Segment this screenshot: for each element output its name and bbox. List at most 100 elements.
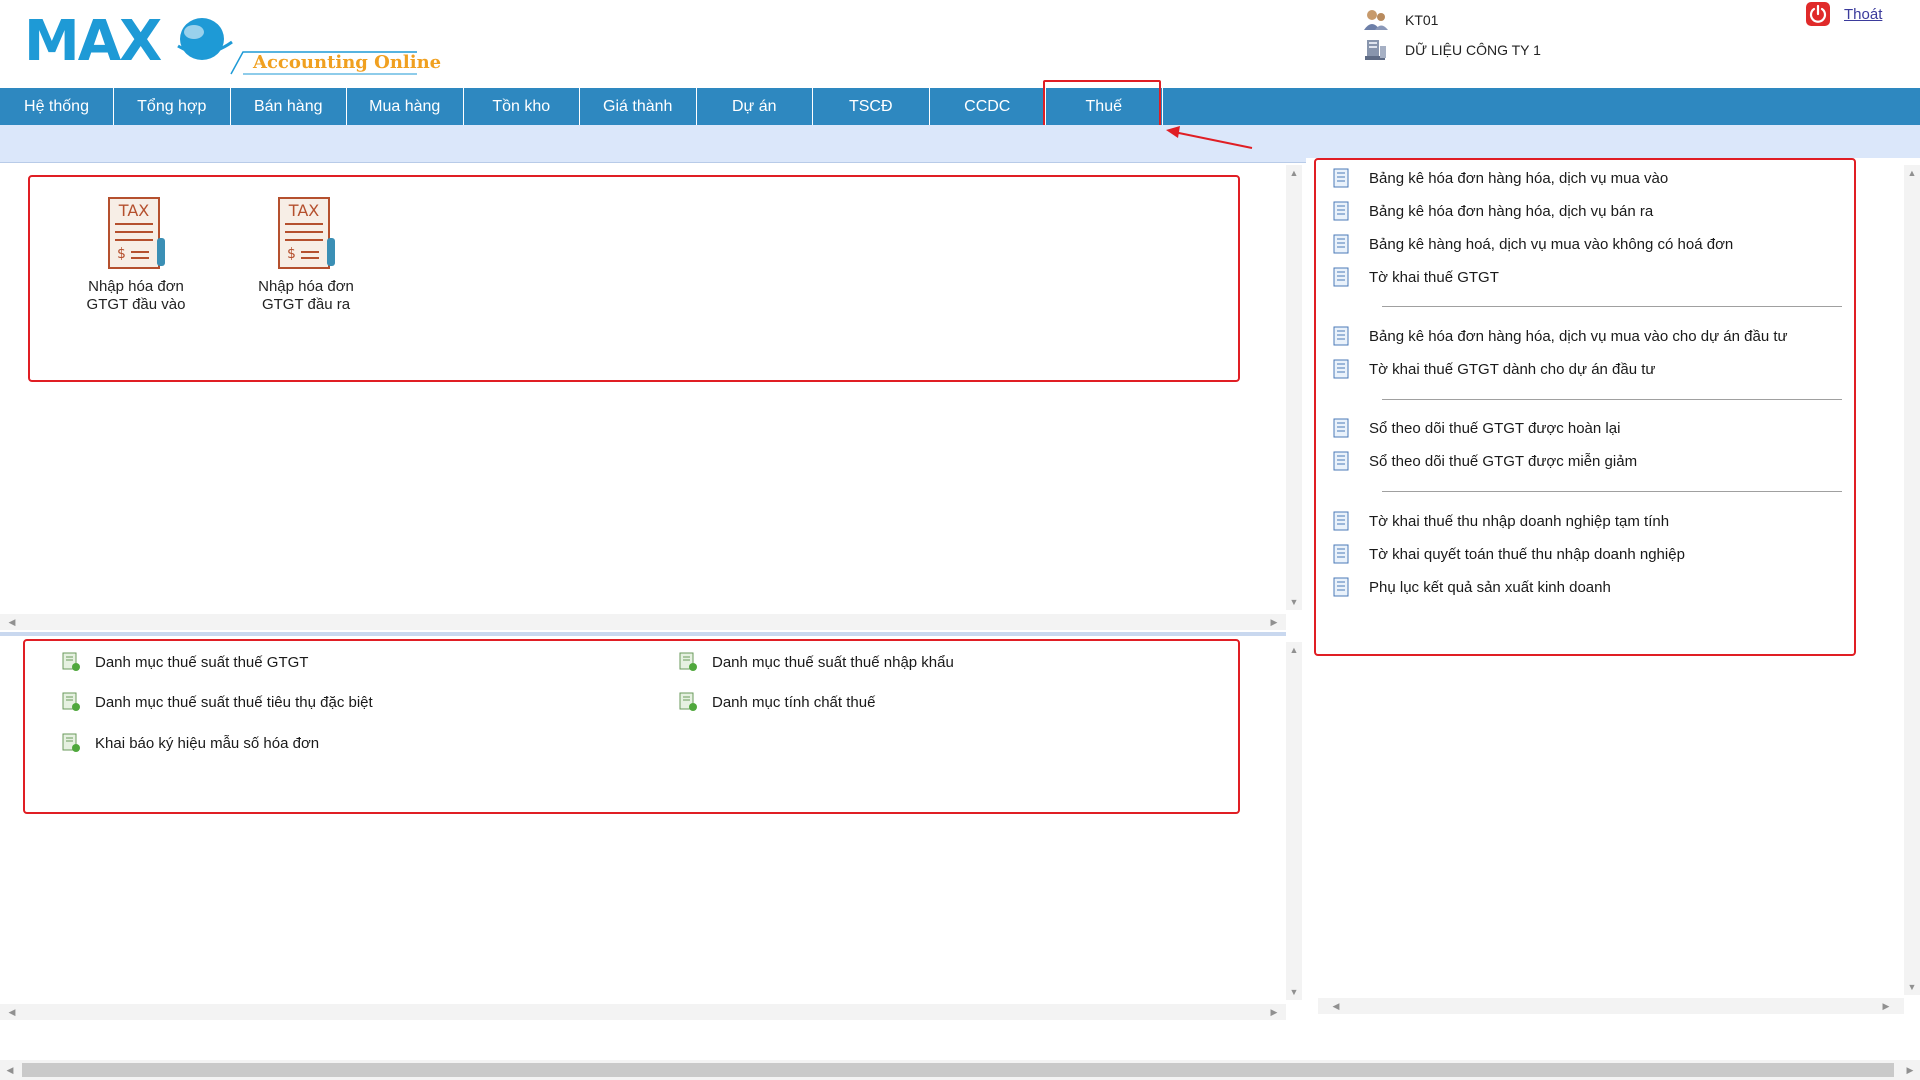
report-icon — [1333, 544, 1349, 564]
catalog-label: Khai báo ký hiệu mẫu số hóa đơn — [95, 734, 320, 752]
report-label: Bảng kê hàng hoá, dịch vụ mua vào không … — [1369, 235, 1734, 253]
report-investment-purchase-list[interactable]: Bảng kê hóa đơn hàng hóa, dịch vụ mua và… — [1333, 326, 1788, 346]
tile-label-line1: Nhập hóa đơn — [258, 278, 354, 295]
report-icon — [1333, 577, 1349, 597]
report-vat-exemption-ledger[interactable]: Sổ theo dõi thuế GTGT được miễn giảm — [1333, 451, 1637, 471]
app-page: MAX Accounting Online KT01 DỮ LIỆU CÔNG … — [0, 0, 1920, 1080]
report-separator — [1382, 306, 1842, 307]
report-vat-declaration[interactable]: Tờ khai thuế GTGT — [1333, 267, 1499, 287]
scroll-up-icon[interactable]: ▲ — [1286, 642, 1302, 658]
catalog-import-tax-rates[interactable]: Danh mục thuế suất thuế nhập khẩu — [678, 652, 954, 672]
scroll-right-icon[interactable]: ▶ — [1266, 614, 1282, 630]
catalog-icon — [679, 692, 697, 711]
nav-mua-hang[interactable]: Mua hàng — [347, 88, 464, 125]
report-purchase-invoice-list[interactable]: Bảng kê hóa đơn hàng hóa, dịch vụ mua và… — [1333, 168, 1668, 188]
catalog-icon — [679, 652, 697, 671]
scroll-right-icon[interactable]: ▶ — [1266, 1004, 1282, 1020]
tile-output-vat-invoice[interactable]: TAX $ Nhập hóa đơn GTGT đầu ra — [231, 196, 381, 314]
report-label: Bảng kê hóa đơn hàng hóa, dịch vụ mua và… — [1369, 327, 1788, 345]
report-label: Tờ khai thuế thu nhập doanh nghiệp tạm t… — [1369, 512, 1670, 530]
tile-label-line2: GTGT đầu vào — [86, 296, 186, 313]
catalog-label: Danh mục thuế suất thuế tiêu thụ đặc biệ… — [95, 693, 373, 711]
catalog-tax-nature[interactable]: Danh mục tính chất thuế — [678, 692, 875, 712]
nav-du-an[interactable]: Dự án — [697, 88, 813, 125]
scroll-right-icon[interactable]: ▶ — [1902, 1062, 1918, 1078]
main-nav: Hệ thống Tổng hợp Bán hàng Mua hàng Tồn … — [0, 88, 1920, 125]
report-icon — [1333, 418, 1349, 438]
operations-vscroll[interactable]: ▲ ▼ — [1286, 165, 1302, 610]
app-logo: MAX Accounting Online — [24, 12, 441, 75]
database-icon — [1365, 40, 1386, 60]
user-code: KT01 — [1405, 12, 1439, 28]
power-icon[interactable] — [1806, 2, 1830, 26]
report-label: Bảng kê hóa đơn hàng hóa, dịch vụ mua và… — [1369, 169, 1669, 187]
report-sales-invoice-list[interactable]: Bảng kê hóa đơn hàng hóa, dịch vụ bán ra — [1333, 201, 1653, 221]
nav-tong-hop[interactable]: Tổng hợp — [114, 88, 231, 125]
report-label: Phụ lục kết quả sản xuất kinh doanh — [1369, 578, 1611, 596]
report-purchases-without-invoice[interactable]: Bảng kê hàng hoá, dịch vụ mua vào không … — [1333, 234, 1733, 254]
report-label: Bảng kê hóa đơn hàng hóa, dịch vụ bán ra — [1369, 202, 1654, 220]
catalog-vscroll[interactable]: ▲ ▼ — [1286, 642, 1302, 1000]
report-icon — [1333, 168, 1349, 188]
logo-subtitle: Accounting Online — [229, 48, 441, 76]
reports-hscroll[interactable]: ◀ ▶ — [1318, 998, 1904, 1014]
report-label: Sổ theo dõi thuế GTGT được hoàn lại — [1369, 419, 1621, 437]
report-icon — [1333, 359, 1349, 379]
report-separator — [1382, 491, 1842, 492]
catalog-vat-rates[interactable]: Danh mục thuế suất thuế GTGT — [61, 652, 308, 672]
annotation-arrow-icon — [1166, 126, 1253, 149]
nav-ban-hang[interactable]: Bán hàng — [231, 88, 347, 125]
nav-ton-kho[interactable]: Tồn kho — [464, 88, 580, 125]
svg-text:$: $ — [117, 246, 126, 262]
report-icon — [1333, 267, 1349, 287]
report-investment-vat-declaration[interactable]: Tờ khai thuế GTGT dành cho dự án đầu tư — [1333, 359, 1655, 379]
svg-text:TAX: TAX — [118, 201, 149, 220]
svg-text:TAX: TAX — [288, 201, 319, 220]
scroll-left-icon[interactable]: ◀ — [1328, 998, 1344, 1014]
report-separator — [1382, 399, 1842, 400]
tile-label-line2: GTGT đầu ra — [261, 296, 351, 313]
logo-subtitle-text: Accounting Online — [253, 52, 442, 73]
catalog-excise-tax-rates[interactable]: Danh mục thuế suất thuế tiêu thụ đặc biệ… — [61, 692, 373, 712]
page-hscroll-thumb[interactable] — [22, 1063, 1894, 1077]
tile-input-vat-invoice[interactable]: TAX $ Nhập hóa đơn GTGT đầu vào — [61, 196, 211, 314]
nav-tscd[interactable]: TSCĐ — [813, 88, 930, 125]
report-icon — [1333, 201, 1349, 221]
catalog-label: Danh mục tính chất thuế — [712, 693, 876, 711]
report-icon — [1333, 234, 1349, 254]
report-cit-finalization[interactable]: Tờ khai quyết toán thuế thu nhập doanh n… — [1333, 544, 1685, 564]
catalog-invoice-symbols[interactable]: Khai báo ký hiệu mẫu số hóa đơn — [61, 733, 319, 753]
catalog-icon — [62, 692, 80, 711]
catalog-label: Danh mục thuế suất thuế nhập khẩu — [712, 653, 954, 671]
scroll-up-icon[interactable]: ▲ — [1286, 165, 1302, 181]
logout-link[interactable]: Thoát — [1844, 6, 1882, 23]
page-hscroll[interactable]: ◀ ▶ — [0, 1060, 1920, 1080]
scroll-down-icon[interactable]: ▼ — [1286, 594, 1302, 610]
scroll-left-icon[interactable]: ◀ — [4, 1004, 20, 1020]
scroll-down-icon[interactable]: ▼ — [1286, 984, 1302, 1000]
report-business-results-appendix[interactable]: Phụ lục kết quả sản xuất kinh doanh — [1333, 577, 1611, 597]
operations-hscroll[interactable]: ◀ ▶ — [0, 614, 1286, 630]
scroll-left-icon[interactable]: ◀ — [4, 614, 20, 630]
logout-area[interactable]: Thoát — [1806, 2, 1882, 26]
scroll-down-icon[interactable]: ▼ — [1904, 979, 1920, 995]
report-label: Tờ khai thuế GTGT dành cho dự án đầu tư — [1369, 360, 1656, 378]
report-vat-refund-ledger[interactable]: Sổ theo dõi thuế GTGT được hoàn lại — [1333, 418, 1620, 438]
reports-vscroll[interactable]: ▲ ▼ — [1904, 165, 1920, 995]
report-label: Tờ khai quyết toán thuế thu nhập doanh n… — [1369, 545, 1685, 563]
report-icon — [1333, 326, 1349, 346]
nav-ccdc[interactable]: CCDC — [930, 88, 1046, 125]
scroll-up-icon[interactable]: ▲ — [1904, 165, 1920, 181]
nav-he-thong[interactable]: Hệ thống — [0, 88, 114, 125]
logo-globe-icon — [177, 18, 233, 60]
catalog-hscroll[interactable]: ◀ ▶ — [0, 1004, 1286, 1020]
scroll-left-icon[interactable]: ◀ — [2, 1062, 18, 1078]
nav-gia-thanh[interactable]: Giá thành — [580, 88, 697, 125]
svg-text:$: $ — [287, 246, 296, 262]
catalog-label: Danh mục thuế suất thuế GTGT — [95, 653, 309, 671]
nav-thue[interactable]: Thuế — [1046, 88, 1163, 125]
tax-document-icon: TAX $ — [108, 197, 165, 269]
report-provisional-cit-declaration[interactable]: Tờ khai thuế thu nhập doanh nghiệp tạm t… — [1333, 511, 1669, 531]
company-row: DỮ LIỆU CÔNG TY 1 — [1363, 38, 1541, 62]
scroll-right-icon[interactable]: ▶ — [1878, 998, 1894, 1014]
